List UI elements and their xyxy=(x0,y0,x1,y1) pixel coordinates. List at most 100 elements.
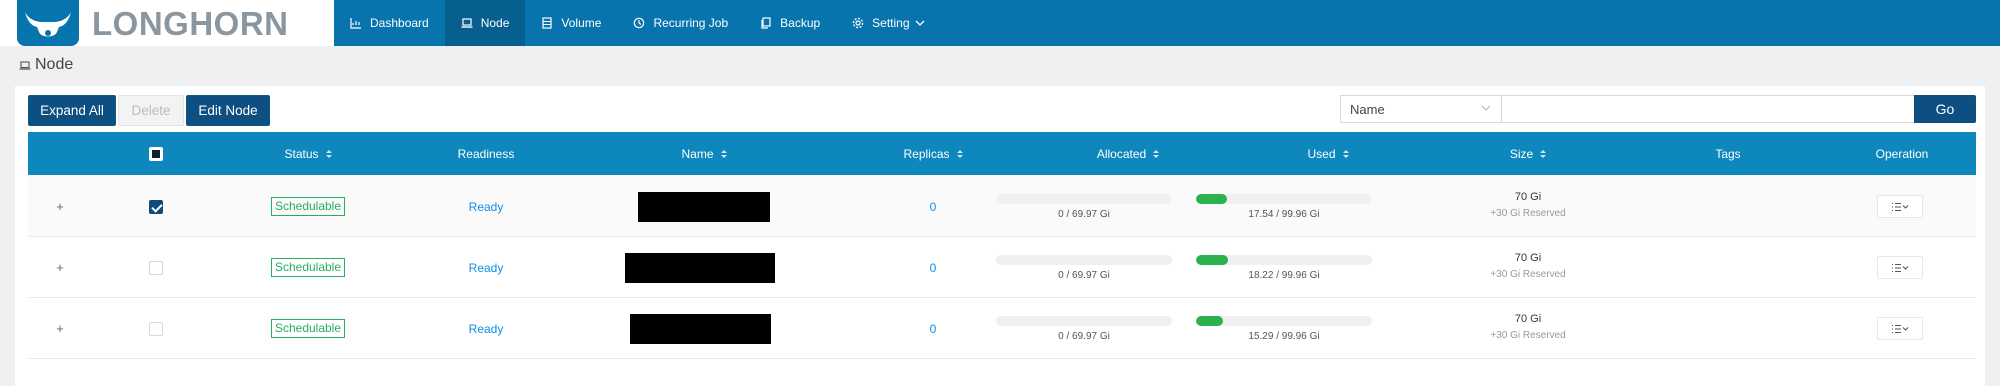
laptop-icon xyxy=(19,61,31,70)
used-fill xyxy=(1196,316,1223,326)
redacted-node-name[interactable] xyxy=(638,191,770,222)
laptop-icon xyxy=(461,18,473,28)
filter-field-value: Name xyxy=(1350,101,1385,117)
size-cell: 70 Gi +30 Gi Reserved xyxy=(1468,313,1588,341)
replicas-count-link[interactable]: 0 xyxy=(930,200,937,214)
used-bar xyxy=(1196,255,1372,265)
expand-all-button[interactable]: Expand All xyxy=(28,95,116,126)
allocated-bar xyxy=(996,194,1172,204)
column-size-label: Size xyxy=(1509,146,1534,161)
longhorn-logo-icon xyxy=(17,0,79,46)
operation-menu-button[interactable] xyxy=(1877,317,1923,340)
row-checkbox[interactable] xyxy=(149,199,163,214)
column-name-label: Name xyxy=(681,146,714,161)
go-button[interactable]: Go xyxy=(1914,95,1976,123)
column-tags: Tags xyxy=(1648,132,1808,175)
edit-node-button[interactable]: Edit Node xyxy=(186,95,270,126)
column-allocated[interactable]: Allocated xyxy=(1028,132,1228,175)
redacted-node-name[interactable] xyxy=(629,313,771,344)
column-readiness-label: Readiness xyxy=(457,146,515,161)
redacted-node-name[interactable] xyxy=(625,252,775,283)
list-icon xyxy=(1892,263,1909,272)
table-row[interactable]: + Schedulable Ready 0 0 / 69.97 Gi xyxy=(28,237,1976,298)
nav-backup-label: Backup xyxy=(780,16,821,30)
used-progress: 17.54 / 99.96 Gi xyxy=(1196,194,1372,220)
column-used-label: Used xyxy=(1307,146,1336,161)
column-used[interactable]: Used xyxy=(1228,132,1428,175)
column-size[interactable]: Size xyxy=(1428,132,1628,175)
used-progress: 15.29 / 99.96 Gi xyxy=(1196,316,1372,342)
nav-setting[interactable]: Setting xyxy=(836,0,940,46)
column-status[interactable]: Status xyxy=(238,132,378,175)
search-input[interactable] xyxy=(1501,95,1915,123)
allocated-label: 0 / 69.97 Gi xyxy=(1058,270,1110,281)
used-fill xyxy=(1196,255,1229,265)
allocated-progress: 0 / 69.97 Gi xyxy=(996,255,1172,281)
top-header: LONGHORN Dashboard Node Volume Recurring… xyxy=(0,0,2000,46)
allocated-label: 0 / 69.97 Gi xyxy=(1058,209,1110,220)
expand-row-button[interactable]: + xyxy=(56,260,64,275)
table-row[interactable]: + Schedulable Ready 0 0 / 69.97 Gi xyxy=(28,298,1976,359)
size-cell: 70 Gi +30 Gi Reserved xyxy=(1468,191,1588,219)
used-label: 15.29 / 99.96 Gi xyxy=(1248,331,1320,342)
nav-dashboard[interactable]: Dashboard xyxy=(334,0,445,46)
used-progress: 18.22 / 99.96 Gi xyxy=(1196,255,1372,281)
list-icon xyxy=(1892,324,1909,333)
sort-icon xyxy=(720,149,727,158)
column-name[interactable]: Name xyxy=(624,132,784,175)
sort-icon xyxy=(1342,149,1349,158)
column-readiness: Readiness xyxy=(411,132,561,175)
sort-icon xyxy=(325,149,332,158)
replicas-count-link[interactable]: 0 xyxy=(930,322,937,336)
row-checkbox[interactable] xyxy=(149,321,163,336)
history-icon xyxy=(634,17,645,29)
chevron-down-icon xyxy=(1481,105,1491,111)
nav-backup[interactable]: Backup xyxy=(744,0,836,46)
filter-field-select[interactable]: Name xyxy=(1340,95,1502,123)
column-tags-label: Tags xyxy=(1715,146,1741,161)
size-value: 70 Gi xyxy=(1514,252,1542,264)
used-fill xyxy=(1196,194,1227,204)
reserved-value: +30 Gi Reserved xyxy=(1490,330,1566,341)
expand-row-button[interactable]: + xyxy=(56,321,64,336)
readiness-status: Ready xyxy=(468,260,504,275)
operation-menu-button[interactable] xyxy=(1877,195,1923,218)
nav-node[interactable]: Node xyxy=(444,0,526,46)
nav-recurring-job-label: Recurring Job xyxy=(653,16,729,30)
operation-menu-button[interactable] xyxy=(1877,256,1923,279)
replicas-count-link[interactable]: 0 xyxy=(930,261,937,275)
table-row[interactable]: + Schedulable Ready 0 0 / 69.97 Gi xyxy=(28,176,1976,237)
reserved-value: +30 Gi Reserved xyxy=(1490,269,1566,280)
dashboard-icon xyxy=(350,18,361,29)
main-nav: Dashboard Node Volume Recurring Job Back… xyxy=(334,0,941,46)
column-operation-label: Operation xyxy=(1875,146,1929,161)
sort-icon xyxy=(956,149,963,158)
chevron-down-icon xyxy=(915,20,924,26)
sort-icon xyxy=(1540,149,1547,158)
page-title: Node xyxy=(19,56,73,74)
nav-volume-label: Volume xyxy=(561,16,602,30)
logo-text: LONGHORN xyxy=(92,5,289,42)
size-cell: 70 Gi +30 Gi Reserved xyxy=(1468,252,1588,280)
sort-icon xyxy=(1153,149,1160,158)
readiness-status: Ready xyxy=(468,321,504,336)
row-checkbox[interactable] xyxy=(149,260,163,275)
allocated-progress: 0 / 69.97 Gi xyxy=(996,194,1172,220)
size-value: 70 Gi xyxy=(1514,313,1542,325)
column-replicas[interactable]: Replicas xyxy=(858,132,1008,175)
reserved-value: +30 Gi Reserved xyxy=(1490,208,1566,219)
expand-row-button[interactable]: + xyxy=(56,199,64,214)
select-all-checkbox[interactable] xyxy=(149,147,163,161)
column-operation: Operation xyxy=(1828,132,1976,175)
allocated-bar xyxy=(996,255,1172,265)
nav-recurring-job[interactable]: Recurring Job xyxy=(617,0,744,46)
size-value: 70 Gi xyxy=(1514,191,1542,203)
nav-volume[interactable]: Volume xyxy=(525,0,617,46)
allocated-progress: 0 / 69.97 Gi xyxy=(996,316,1172,342)
logo[interactable]: LONGHORN xyxy=(0,0,334,46)
column-status-label: Status xyxy=(284,146,319,161)
nav-node-label: Node xyxy=(480,16,510,30)
allocated-label: 0 / 69.97 Gi xyxy=(1058,331,1110,342)
database-icon xyxy=(542,17,553,29)
delete-button[interactable]: Delete xyxy=(118,95,184,126)
